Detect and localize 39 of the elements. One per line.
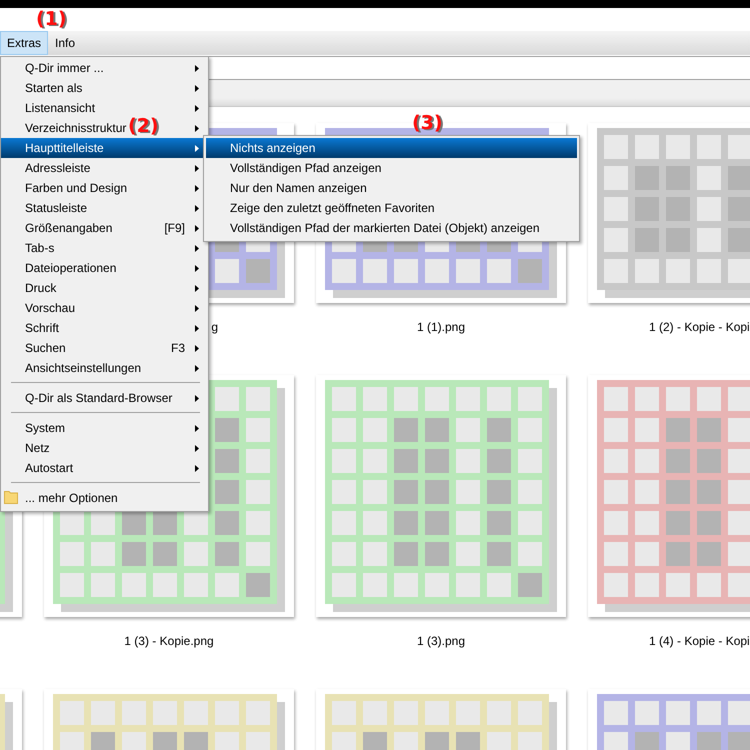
submenu-item[interactable]: Zeige den zuletzt geöffneten Favoriten <box>206 198 577 218</box>
shortcut-label: [F9] <box>164 221 185 235</box>
menu-item[interactable]: Größenangaben <box>25 221 112 235</box>
step-number-label: (1) <box>36 8 67 30</box>
shortcut-label: F3 <box>170 341 185 355</box>
menu-item[interactable]: Verzeichnisstruktur <box>25 121 126 135</box>
menu-item[interactable]: Statusleiste <box>25 201 88 215</box>
menu-item[interactable]: Adressleiste <box>25 161 90 175</box>
step-number-label: (2) <box>128 115 159 137</box>
file-name: 1 (1).png <box>416 319 466 335</box>
submenu-item[interactable]: Vollständigen Pfad anzeigen <box>206 158 577 178</box>
menu-item[interactable]: Druck <box>25 281 56 295</box>
file-name: 1 (2) - Kopie - Kopi <box>649 319 750 335</box>
menu-item[interactable]: Farben und Design <box>25 181 128 195</box>
menu-bar-item[interactable]: Extras <box>0 31 48 55</box>
submenu-item[interactable]: Nichts anzeigen <box>206 138 577 158</box>
menu-item[interactable]: Q-Dir immer ... <box>25 61 104 75</box>
menu-item[interactable]: Vorschau <box>25 301 76 315</box>
file-name: 1 (3) - Kopie.png <box>124 633 214 649</box>
submenu-item[interactable]: Nur den Namen anzeigen <box>206 178 577 198</box>
menu-item[interactable]: Tab-s <box>25 241 54 255</box>
file-name: 1 (3).png <box>416 633 466 649</box>
menu-item[interactable]: Dateioperationen <box>25 261 116 275</box>
menu-item[interactable]: Ansichtseinstellungen <box>25 361 142 375</box>
submenu-item[interactable]: Vollständigen Pfad der markierten Datei (Objekt) anzeigen <box>206 218 577 238</box>
menu-item[interactable]: ... mehr Optionen <box>25 491 118 505</box>
folder-icon <box>4 490 18 504</box>
menu-item[interactable]: Suchen <box>25 341 66 355</box>
menu-item[interactable]: Autostart <box>25 461 74 475</box>
file-name: 1 (4) - Kopie - Kopi <box>649 633 750 649</box>
menu-item[interactable]: Listenansicht <box>25 101 96 115</box>
step-number-label: (3) <box>412 112 443 134</box>
menu-item[interactable]: Netz <box>25 441 50 455</box>
menu-bar-item[interactable]: Info <box>48 31 82 55</box>
file-name: g <box>211 319 218 335</box>
menu-item[interactable]: System <box>25 421 66 435</box>
menu-item[interactable]: Starten als <box>25 81 82 95</box>
menu-item[interactable]: Schrift <box>25 321 60 335</box>
menu-item[interactable]: Q-Dir als Standard-Browser <box>25 391 172 405</box>
